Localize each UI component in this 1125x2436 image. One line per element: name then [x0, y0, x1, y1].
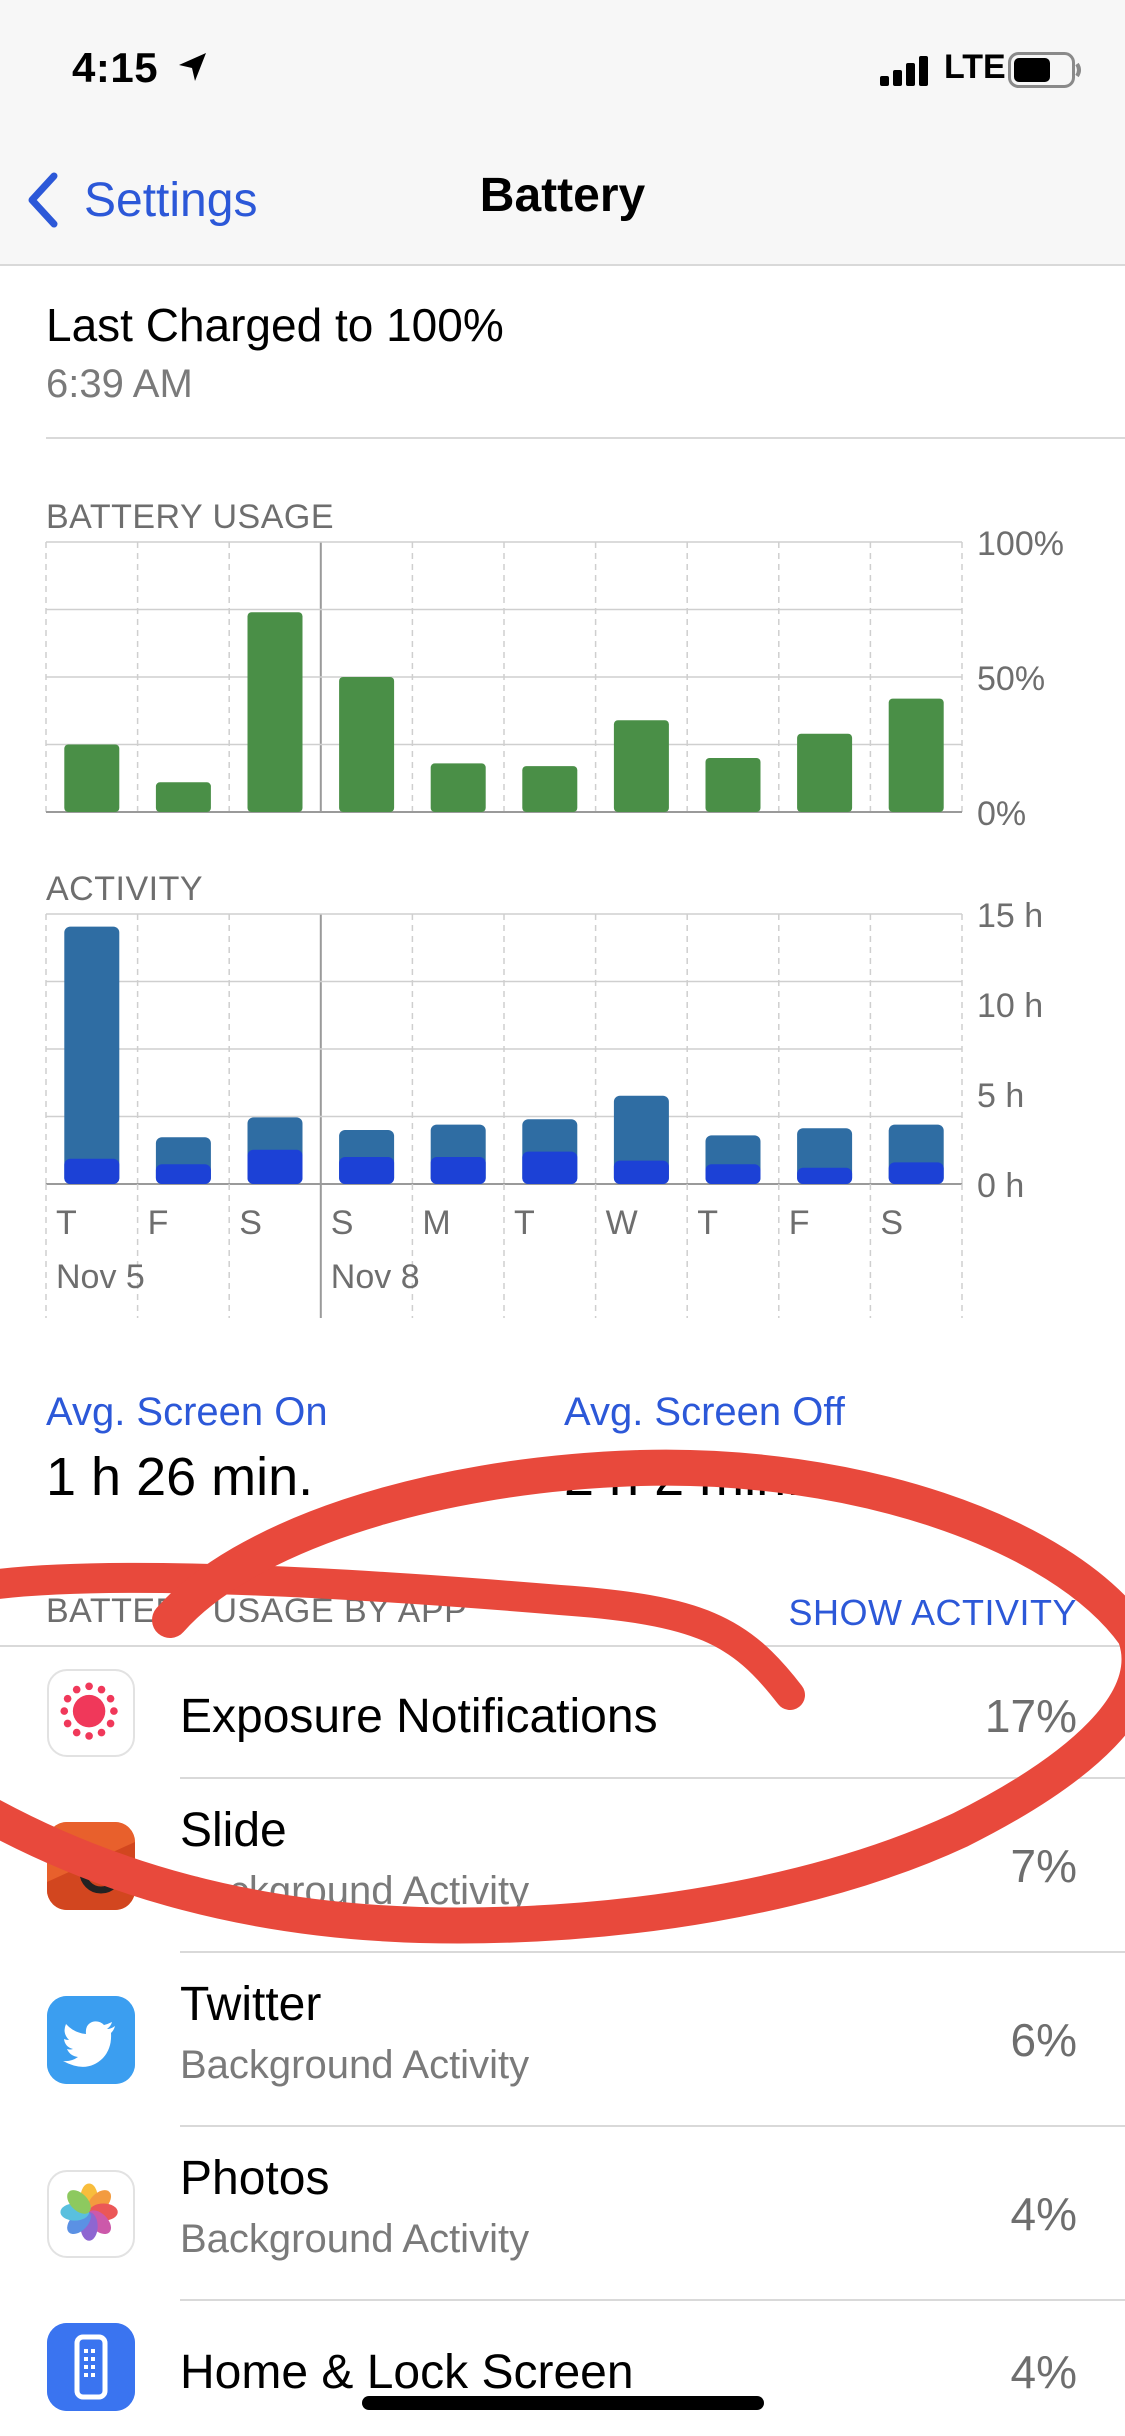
activity-bar [64, 1158, 120, 1184]
battery-usage-bar [705, 758, 761, 812]
chart-x-tick-label: F [148, 1204, 169, 1242]
activity-bar [522, 1151, 578, 1184]
chart-y-tick-label: 0 h [977, 1167, 1024, 1205]
photos-icon [47, 2170, 135, 2258]
chart-x-tick-label: W [606, 1204, 638, 1242]
cellular-signal-icon [880, 56, 928, 86]
app-name: Home & Lock Screen [180, 2346, 634, 2399]
battery-usage-bar [797, 733, 853, 812]
avg-screen-off-label: Avg. Screen Off [564, 1390, 845, 1434]
app-subtitle: Background Activity [180, 2217, 530, 2261]
chart-y-tick-label: 50% [977, 660, 1045, 698]
app-subtitle: Background Activity [180, 2043, 530, 2087]
chart-x-tick-label: T [697, 1204, 718, 1242]
battery-usage-by-app-header: BATTERY USAGE BY APP [46, 1592, 468, 1630]
home-lock-screen-icon [47, 2323, 135, 2411]
page-title: Battery [479, 169, 646, 222]
home-indicator[interactable] [362, 2396, 764, 2410]
divider [46, 437, 1125, 439]
chart-x-tick-label: M [422, 1204, 450, 1242]
network-type: LTE [944, 48, 1006, 86]
app-name: Twitter [180, 1978, 322, 2031]
activity-bar [247, 1149, 303, 1184]
app-name: Exposure Notifications [180, 1690, 658, 1743]
battery-usage-label: BATTERY USAGE [46, 498, 335, 536]
app-name: Photos [180, 2152, 330, 2205]
activity-bar [522, 1119, 578, 1184]
battery-status-icon [1008, 52, 1081, 88]
app-percent: 17% [984, 1690, 1077, 1742]
chart-x-tick-label: F [789, 1204, 810, 1242]
chart-y-tick-label: 100% [977, 525, 1064, 563]
battery-usage-bar [64, 744, 120, 812]
chart-x-tick-label: T [56, 1204, 77, 1242]
app-percent: 6% [1010, 2014, 1077, 2066]
app-percent: 7% [1010, 1840, 1077, 1892]
exposure-notifications-icon [47, 1669, 135, 1757]
last-charged-title: Last Charged to 100% [46, 299, 504, 351]
activity-bar [430, 1157, 486, 1184]
app-percent: 4% [1010, 2188, 1077, 2240]
chart-x-tick-label: S [331, 1204, 354, 1242]
activity-bar [155, 1137, 211, 1184]
chart-x-tick-label: S [239, 1204, 262, 1242]
last-charged-time: 6:39 AM [46, 362, 193, 406]
chart-date-label: Nov 5 [56, 1258, 145, 1296]
location-arrow-icon [179, 53, 206, 81]
activity-bar [705, 1135, 761, 1184]
activity-bar [339, 1130, 395, 1184]
app-name: Slide [180, 1804, 287, 1857]
battery-usage-bar [888, 698, 944, 812]
activity-bar [888, 1124, 944, 1184]
battery-usage-bar [613, 720, 669, 812]
slide-icon [47, 1822, 135, 1910]
app-row-slide[interactable]: Slide Background Activity 7% [0, 1779, 1125, 1953]
battery-usage-bar [339, 677, 395, 812]
chart-x-tick-label: S [880, 1204, 903, 1242]
chart-y-tick-label: 10 h [977, 987, 1043, 1025]
battery-usage-bar [247, 612, 303, 812]
activity-bar [613, 1160, 669, 1184]
chart-y-tick-label: 5 h [977, 1077, 1024, 1115]
status-time: 4:15 [72, 44, 159, 91]
app-row-exposure-notifications[interactable]: Exposure Notifications 17% [0, 1647, 1125, 1779]
avg-screen-off-value: 2 h 2 min. [564, 1447, 802, 1507]
activity-bar [613, 1095, 669, 1184]
chart-x-tick-label: T [514, 1204, 535, 1242]
app-row-home-lock-screen[interactable]: Home & Lock Screen 4% [0, 2301, 1125, 2436]
chart-date-label: Nov 8 [331, 1258, 420, 1296]
chart-y-tick-label: 15 h [977, 897, 1043, 935]
avg-screen-on-value: 1 h 26 min. [46, 1447, 314, 1507]
navigation-header: 4:15 LTE Settings Battery [0, 0, 1125, 266]
activity-bar [430, 1124, 486, 1184]
app-row-photos[interactable]: Photos Background Activity 4% [0, 2127, 1125, 2301]
twitter-icon [47, 1996, 135, 2084]
chart-y-tick-label: 0% [977, 795, 1026, 833]
activity-bar [247, 1117, 303, 1184]
app-row-twitter[interactable]: Twitter Background Activity 6% [0, 1953, 1125, 2127]
battery-usage-bar [430, 763, 486, 812]
battery-usage-bar [155, 782, 211, 812]
show-activity-button[interactable]: SHOW ACTIVITY [788, 1592, 1077, 1634]
activity-bar [64, 926, 120, 1184]
activity-bar [339, 1157, 395, 1184]
activity-bar [888, 1162, 944, 1184]
battery-usage-bar [522, 766, 578, 812]
app-percent: 4% [1010, 2346, 1077, 2398]
avg-screen-on-label: Avg. Screen On [46, 1390, 328, 1434]
app-subtitle: Background Activity [180, 1869, 530, 1913]
activity-bar [155, 1164, 211, 1184]
activity-bar [705, 1164, 761, 1184]
activity-label: ACTIVITY [46, 870, 204, 908]
activity-bar [797, 1128, 853, 1184]
activity-bar [797, 1167, 853, 1184]
